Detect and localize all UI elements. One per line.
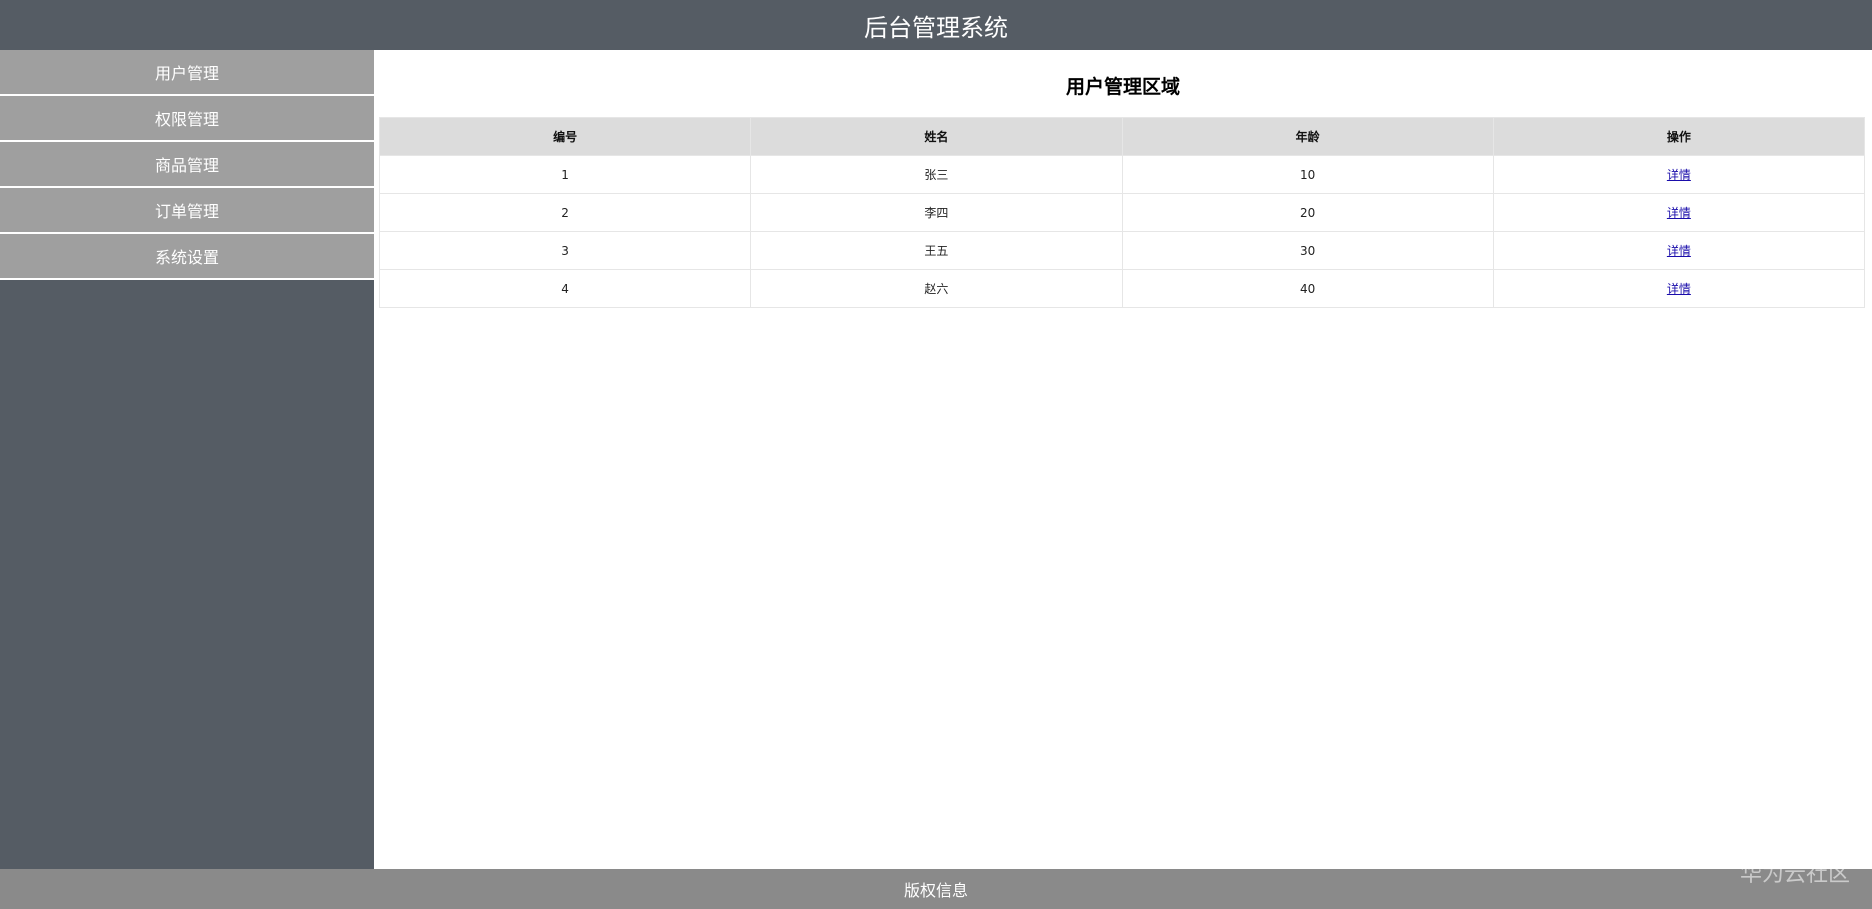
main-content: 用户管理区域 编号 姓名 年龄 操作 1 张三 10 详情 2 李四 20 详情… bbox=[374, 50, 1872, 869]
cell-age: 40 bbox=[1121, 269, 1494, 308]
cell-age: 30 bbox=[1121, 231, 1494, 270]
user-table: 编号 姓名 年龄 操作 1 张三 10 详情 2 李四 20 详情 3 王五 3… bbox=[378, 117, 1866, 308]
sidebar-item-system-settings[interactable]: 系统设置 bbox=[0, 234, 374, 280]
table-header-row: 编号 姓名 年龄 操作 bbox=[378, 117, 1866, 156]
cell-id: 2 bbox=[378, 193, 752, 232]
sidebar: 用户管理 权限管理 商品管理 订单管理 系统设置 bbox=[0, 50, 374, 869]
table-row: 1 张三 10 详情 bbox=[378, 155, 1866, 194]
page-title: 用户管理区域 bbox=[1065, 76, 1180, 98]
app-title: 后台管理系统 bbox=[864, 13, 1008, 42]
cell-id: 3 bbox=[378, 231, 752, 270]
sidebar-item-product-management[interactable]: 商品管理 bbox=[0, 142, 374, 188]
sidebar-item-permission-management[interactable]: 权限管理 bbox=[0, 96, 374, 142]
table-row: 2 李四 20 详情 bbox=[378, 193, 1866, 232]
table-row: 4 赵六 40 详情 bbox=[378, 269, 1866, 308]
footer: 版权信息 bbox=[0, 869, 1872, 909]
details-link[interactable]: 详情 bbox=[1667, 282, 1691, 296]
cell-name: 李四 bbox=[750, 193, 1123, 232]
cell-name: 赵六 bbox=[750, 269, 1123, 308]
sidebar-item-order-management[interactable]: 订单管理 bbox=[0, 188, 374, 234]
details-link[interactable]: 详情 bbox=[1667, 244, 1691, 258]
cell-id: 1 bbox=[378, 155, 752, 194]
sidebar-item-user-management[interactable]: 用户管理 bbox=[0, 50, 374, 96]
table-row: 3 王五 30 详情 bbox=[378, 231, 1866, 270]
cell-name: 王五 bbox=[750, 231, 1123, 270]
column-header-age: 年龄 bbox=[1121, 117, 1494, 156]
details-link[interactable]: 详情 bbox=[1667, 206, 1691, 220]
page: 后台管理系统 用户管理 权限管理 商品管理 订单管理 系统设置 用户管理区域 编… bbox=[0, 0, 1872, 909]
sidebar-item-label: 订单管理 bbox=[154, 202, 219, 221]
column-header-name: 姓名 bbox=[750, 117, 1123, 156]
user-table-container: 编号 姓名 年龄 操作 1 张三 10 详情 2 李四 20 详情 3 王五 3… bbox=[378, 117, 1866, 308]
header: 后台管理系统 bbox=[0, 0, 1872, 50]
cell-action: 详情 bbox=[1492, 155, 1866, 194]
sidebar-item-label: 商品管理 bbox=[154, 156, 219, 175]
details-link[interactable]: 详情 bbox=[1667, 168, 1691, 182]
cell-action: 详情 bbox=[1492, 193, 1866, 232]
cell-age: 10 bbox=[1121, 155, 1494, 194]
copyright-text: 版权信息 bbox=[903, 881, 968, 900]
cell-action: 详情 bbox=[1492, 269, 1866, 308]
cell-age: 20 bbox=[1121, 193, 1494, 232]
sidebar-item-label: 系统设置 bbox=[154, 248, 219, 267]
sidebar-item-label: 权限管理 bbox=[154, 110, 219, 129]
cell-name: 张三 bbox=[750, 155, 1123, 194]
column-header-action: 操作 bbox=[1492, 117, 1866, 156]
column-header-id: 编号 bbox=[378, 117, 752, 156]
sidebar-item-label: 用户管理 bbox=[154, 64, 219, 83]
cell-action: 详情 bbox=[1492, 231, 1866, 270]
cell-id: 4 bbox=[378, 269, 752, 308]
